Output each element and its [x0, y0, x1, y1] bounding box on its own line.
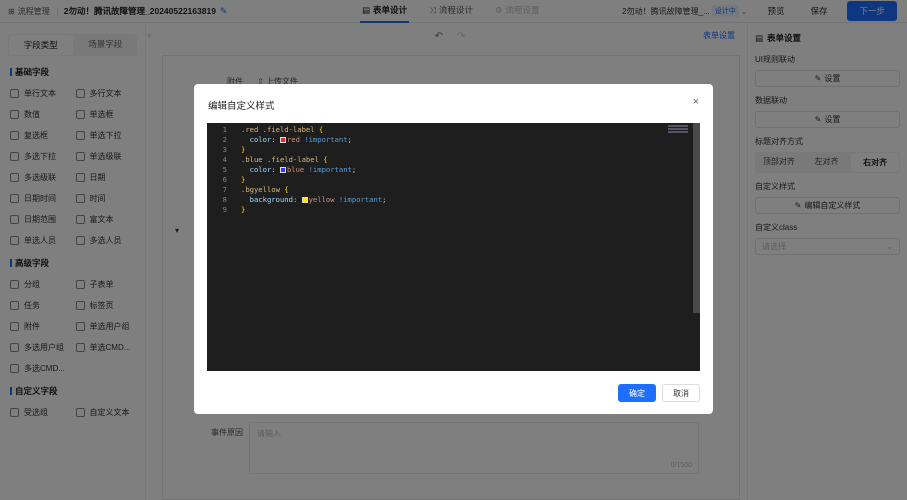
code-minimap[interactable]: [668, 125, 688, 139]
code-text: }: [241, 205, 246, 214]
close-icon[interactable]: ×: [693, 96, 699, 108]
color-swatch: [279, 167, 286, 173]
code-text: color: blue !important;: [241, 165, 357, 174]
line-number: 6: [222, 175, 227, 184]
cancel-button[interactable]: 取消: [662, 384, 700, 402]
code-text: .red .field-label {: [241, 125, 324, 134]
color-swatch: [279, 137, 286, 143]
color-swatch: [301, 197, 308, 203]
code-text: }: [241, 175, 246, 184]
custom-style-dialog: 编辑自定义样式 × 1 .red .field-label { 2 color: r…: [194, 84, 713, 414]
line-number: 1: [222, 125, 227, 134]
line-number: 4: [222, 155, 227, 164]
dialog-title: 编辑自定义样式: [208, 101, 275, 112]
code-editor[interactable]: 1 .red .field-label { 2 color: red !import…: [207, 123, 700, 371]
line-number: 8: [222, 195, 227, 204]
editor-scrollbar[interactable]: [693, 123, 700, 313]
dialog-footer: 确定 取消: [618, 384, 700, 402]
code-text: background: yellow !important;: [241, 195, 387, 204]
code-text: }: [241, 145, 246, 154]
confirm-button[interactable]: 确定: [618, 384, 656, 402]
line-number: 9: [222, 205, 227, 214]
line-number: 3: [222, 145, 227, 154]
code-text: .bgyellow {: [241, 185, 289, 194]
code-text: .blue .field-label {: [241, 155, 328, 164]
line-number: 5: [222, 165, 227, 174]
line-number: 7: [222, 185, 227, 194]
line-number: 2: [222, 135, 227, 144]
code-text: color: red !important;: [241, 135, 352, 144]
